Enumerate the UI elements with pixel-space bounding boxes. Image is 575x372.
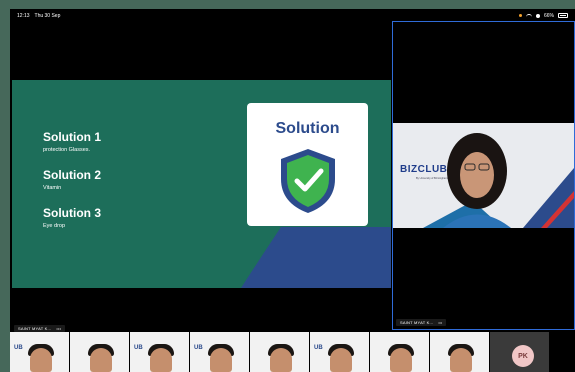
participant-name-chip: SAINT MYAT K... ••• [14, 325, 66, 332]
solution-item: Solution 2 Vitamin [43, 168, 101, 192]
solution-description: protection Glasses. [43, 147, 91, 153]
participant-thumbnail[interactable]: PK [490, 332, 549, 372]
status-time: 12:13 [17, 12, 30, 19]
background-brand: BIZCLUB [400, 164, 448, 175]
thumbnail-logo: UB [14, 345, 23, 351]
active-speaker-tile[interactable]: BIZCLUB By University of Birmingham SAIN… [392, 21, 575, 330]
battery-icon [558, 13, 568, 18]
participant-face [450, 348, 472, 372]
card-title: Solution [275, 120, 340, 137]
solution-item: Solution 3 Eye drop [43, 206, 101, 230]
participant-name: SAINT MYAT K... [18, 326, 52, 331]
slide-decoration [241, 227, 391, 288]
participant-face [270, 348, 292, 372]
participant-face [210, 348, 232, 372]
avatar: PK [512, 345, 534, 367]
video-camera-icon: ▭ [438, 320, 443, 325]
more-options-icon[interactable]: ••• [56, 326, 61, 331]
participant-thumbnail[interactable] [70, 332, 129, 372]
participant-strip: UB UB UB UB PK [10, 332, 575, 372]
participant-thumbnail[interactable] [250, 332, 309, 372]
solution-title: Solution 2 [43, 168, 101, 182]
solution-title: Solution 1 [43, 130, 101, 144]
participant-name-chip: SAINT MYAT K... ▭ [396, 319, 447, 326]
participant-thumbnail[interactable]: UB [130, 332, 189, 372]
solution-title: Solution 3 [43, 206, 101, 220]
thumbnail-logo: UB [314, 345, 323, 351]
microphone-indicator-icon [518, 14, 522, 17]
wifi-icon [525, 13, 532, 18]
solutions-list: Solution 1 protection Glasses. Solution … [43, 130, 101, 244]
participant-thumbnail[interactable]: UB [190, 332, 249, 372]
solution-item: Solution 1 protection Glasses. [43, 130, 101, 154]
solution-description: Eye drop [43, 223, 66, 229]
speaker-video: BIZCLUB By University of Birmingham [393, 123, 574, 228]
participant-face [90, 348, 112, 372]
participant-face [150, 348, 172, 372]
presentation-slide: Solution 1 protection Glasses. Solution … [12, 80, 391, 288]
thumbnail-logo: UB [134, 345, 143, 351]
participant-face [390, 348, 412, 372]
battery-percent: 66% [543, 12, 554, 19]
speaker-video-frame [423, 133, 574, 228]
participant-face [30, 348, 52, 372]
shield-check-icon [281, 149, 335, 213]
device-screen: 12:13 Thu 30 Sep 66% Solution 1 protecti… [10, 9, 575, 372]
thumbnail-logo: UB [194, 345, 203, 351]
screen-share-tile[interactable]: Solution 1 protection Glasses. Solution … [12, 21, 391, 339]
status-right: 66% [518, 12, 568, 19]
solution-description: Vitamin [43, 185, 62, 191]
participant-thumbnail[interactable]: UB [10, 332, 69, 372]
participant-thumbnail[interactable] [430, 332, 489, 372]
participant-thumbnail[interactable]: UB [310, 332, 369, 372]
status-date: Thu 30 Sep [34, 12, 61, 19]
do-not-disturb-icon [535, 13, 540, 18]
solution-card: Solution [247, 103, 368, 226]
participant-name: SAINT MYAT K... [400, 320, 434, 325]
background-brand-sub: By University of Birmingham [416, 177, 448, 180]
participant-face [330, 348, 352, 372]
participant-thumbnail[interactable] [370, 332, 429, 372]
